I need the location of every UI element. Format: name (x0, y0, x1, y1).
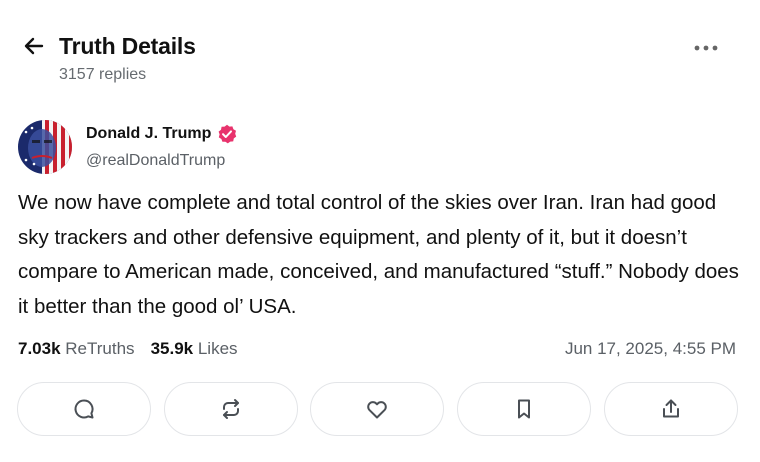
avatar-image (18, 120, 72, 174)
likes-label: Likes (197, 339, 238, 358)
avatar[interactable] (18, 120, 72, 174)
retruths-stat[interactable]: 7.03k ReTruths (18, 339, 135, 359)
retruths-label: ReTruths (65, 339, 135, 358)
author-handle[interactable]: @realDonaldTrump (86, 152, 225, 170)
reply-icon (74, 399, 94, 419)
like-button[interactable] (310, 382, 444, 436)
share-button[interactable] (604, 382, 738, 436)
post-body: We now have complete and total control o… (18, 191, 739, 318)
likes-stat[interactable]: 35.9k Likes (151, 339, 238, 359)
bookmark-button[interactable] (457, 382, 591, 436)
verified-badge-icon (217, 124, 237, 144)
action-bar (17, 382, 741, 436)
page-title: Truth Details (59, 33, 196, 59)
post-timestamp: Jun 17, 2025, 4:55 PM (564, 339, 736, 358)
bookmark-icon (518, 399, 530, 419)
post-stats: 7.03k ReTruths 35.9k Likes (18, 339, 254, 359)
author-name[interactable]: Donald J. Trump (86, 124, 237, 144)
likes-count: 35.9k (150, 339, 194, 358)
retruth-button[interactable] (164, 382, 298, 436)
more-horizontal-icon (694, 45, 718, 51)
reply-button[interactable] (17, 382, 151, 436)
share-icon (663, 399, 679, 418)
more-options-button[interactable] (689, 36, 723, 60)
arrow-left-icon (24, 37, 44, 55)
retruth-icon (223, 399, 239, 419)
replies-count: 3157 replies (59, 66, 147, 83)
retruths-count: 7.03k (18, 339, 61, 358)
back-button[interactable] (18, 30, 50, 62)
like-icon (367, 401, 387, 419)
header: Truth Details 3157 replies (0, 0, 760, 100)
author-name-text: Donald J. Trump (86, 125, 212, 142)
